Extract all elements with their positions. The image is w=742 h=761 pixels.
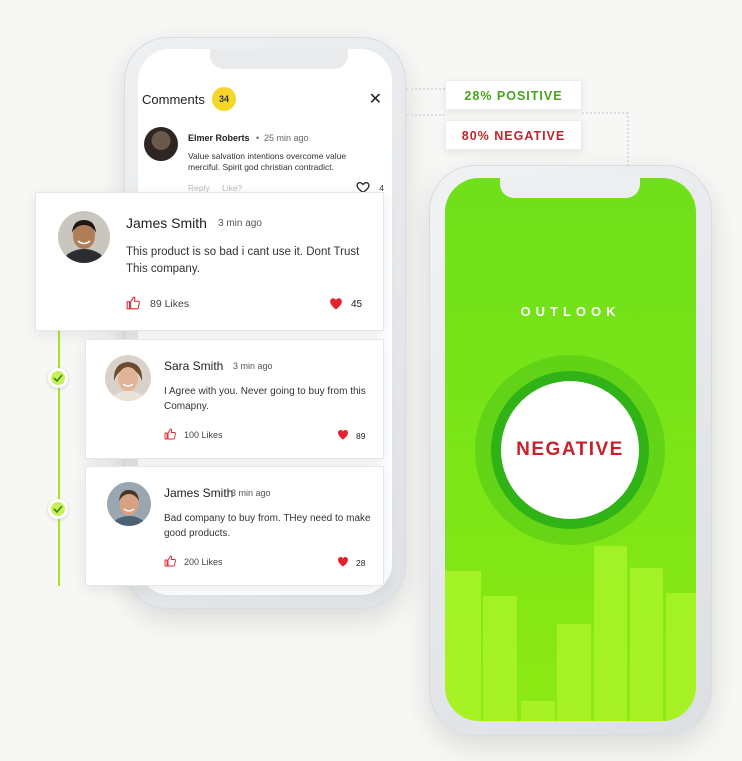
comments-title: Comments <box>142 92 205 107</box>
separator-dot: • <box>256 133 260 143</box>
connector-line <box>627 112 629 166</box>
top-comment: Elmer Roberts • 25 min ago Value salvati… <box>144 127 384 197</box>
comment-time: 3 min ago <box>231 488 271 498</box>
comment-text: This product is so bad i cant use it. Do… <box>126 246 360 275</box>
thumbs-up-icon[interactable] <box>164 428 176 440</box>
comment-time: 25 min ago <box>264 133 309 143</box>
comment-time: 3 min ago <box>218 218 262 229</box>
commenter-name: James Smith <box>126 215 207 231</box>
right-phone: OUTLOOK NEGATIVE <box>429 165 712 736</box>
likes-count: 200 Likes <box>184 557 223 567</box>
sentiment-result: NEGATIVE <box>501 381 639 519</box>
avatar <box>144 127 178 161</box>
avatar <box>105 355 151 401</box>
heart-icon[interactable] <box>337 429 349 440</box>
positive-percentage-label: 28% POSITIVE <box>445 80 582 110</box>
heart-icon[interactable] <box>337 556 349 567</box>
comment-card: Sara Smith 3 min ago I Agree with you. N… <box>85 339 384 459</box>
gauge-ring: NEGATIVE <box>491 371 649 529</box>
comment-card: James Smith 3 min ago Bad company to buy… <box>85 466 384 586</box>
comments-count-badge: 34 <box>212 87 236 111</box>
comment-text: Bad company to buy from. THey need to ma… <box>164 513 371 539</box>
commenter-name: Elmer Roberts <box>188 133 250 143</box>
avatar <box>107 482 151 526</box>
connector-line <box>406 88 445 90</box>
heart-icon[interactable] <box>329 297 343 310</box>
background-bar <box>594 546 627 721</box>
check-icon <box>48 368 68 388</box>
sentiment-gauge: NEGATIVE <box>475 355 665 545</box>
background-bar <box>521 701 555 721</box>
comment-card: James Smith 3 min ago This product is so… <box>35 192 384 331</box>
negative-percentage-label: 80% NEGATIVE <box>445 120 582 150</box>
heart-count: 28 <box>356 558 366 568</box>
background-bar <box>666 593 696 721</box>
commenter-name: James Smith <box>164 486 234 500</box>
thumbs-up-icon[interactable] <box>126 296 140 310</box>
background-bar <box>483 596 517 721</box>
likes-count: 100 Likes <box>184 430 223 440</box>
outlook-screen: OUTLOOK NEGATIVE <box>445 178 696 721</box>
comment-time: 3 min ago <box>233 361 273 371</box>
background-bar <box>445 571 481 721</box>
phone-notch <box>210 49 348 69</box>
outlook-title: OUTLOOK <box>520 304 621 319</box>
comment-text: I Agree with you. Never going to buy fro… <box>164 386 366 412</box>
background-bar <box>557 624 591 721</box>
heart-count: 45 <box>351 299 363 310</box>
avatar <box>58 211 110 263</box>
connector-line <box>406 114 445 116</box>
connector-line <box>582 112 628 114</box>
comment-text: Value salvation intentions overcome valu… <box>188 151 347 172</box>
likes-count: 89 Likes <box>150 298 190 310</box>
thumbs-up-icon[interactable] <box>164 555 176 567</box>
phone-notch <box>500 178 640 198</box>
heart-count: 89 <box>356 431 366 441</box>
comments-header: Comments 34 ✕ <box>142 87 382 111</box>
commenter-name: Sara Smith <box>164 359 224 373</box>
check-icon <box>48 499 68 519</box>
close-icon[interactable]: ✕ <box>369 89 382 109</box>
background-bar <box>630 568 663 721</box>
